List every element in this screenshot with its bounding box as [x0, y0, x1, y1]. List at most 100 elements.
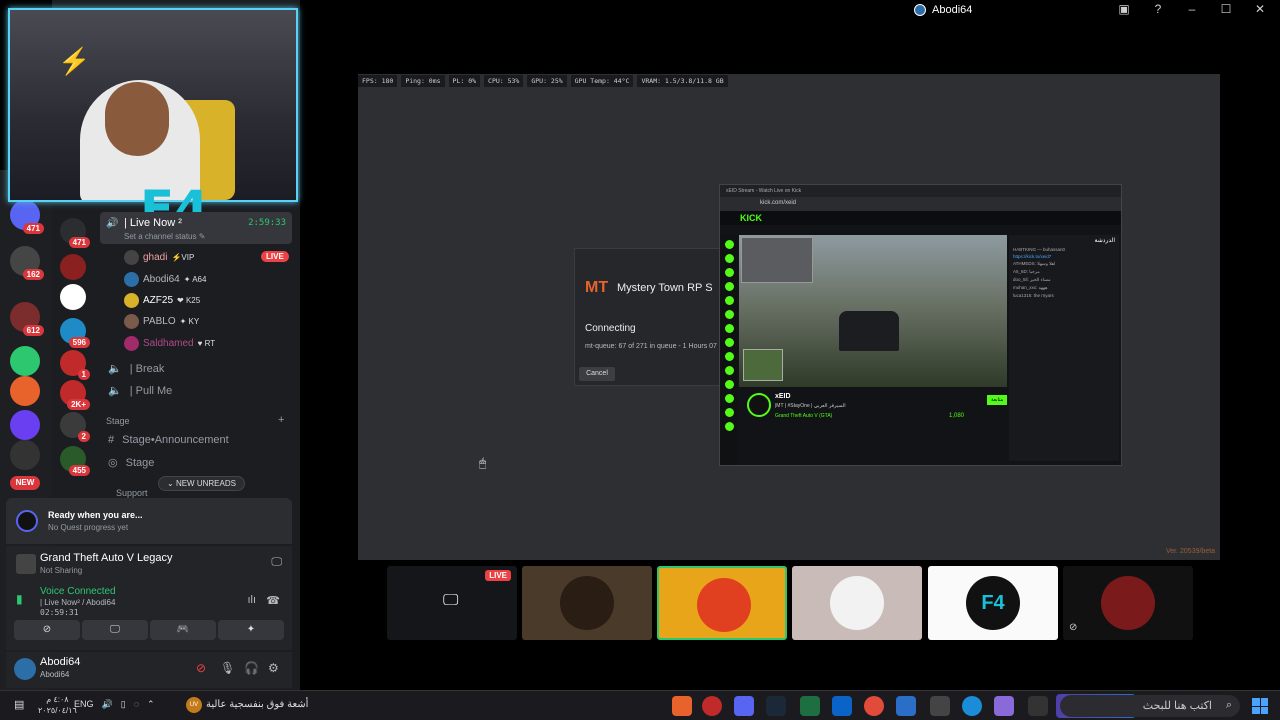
screen-share-button[interactable]: 🖵 — [82, 620, 148, 640]
server-icon[interactable]: 471 — [60, 218, 90, 248]
car — [839, 311, 899, 351]
task-view-icon[interactable] — [1028, 696, 1048, 716]
app-icon[interactable] — [896, 696, 916, 716]
avatar — [124, 335, 139, 351]
browser-window: xEID Stream - Watch Live on Kick kick.co… — [719, 184, 1122, 466]
participant-tile-speaking[interactable] — [657, 566, 787, 640]
voice-member[interactable]: AZF25 ❤ K25 — [124, 291, 200, 309]
clock[interactable]: ٤:٠٨ م ٢٠٢٥/٠٤/١٦ — [38, 694, 77, 716]
edge-icon[interactable] — [962, 696, 982, 716]
steam-icon[interactable] — [766, 696, 786, 716]
camera-off-icon: ⊘ — [1069, 622, 1078, 633]
battery-icon[interactable]: ▯ — [121, 699, 126, 710]
voice-member[interactable]: PABLO ✦ KY — [124, 312, 199, 330]
kick-sidebar — [720, 235, 738, 465]
kick-server-icon[interactable] — [10, 346, 40, 376]
avatar — [830, 576, 884, 630]
notification-icon[interactable]: ▤ — [14, 698, 24, 711]
effects-button[interactable]: ✦ — [218, 620, 284, 640]
voice-member[interactable]: ghadi ⚡VIP — [124, 248, 194, 266]
signal-icon[interactable]: ▮ — [16, 592, 23, 606]
voice-member[interactable]: Saldhamed ♥ RT — [124, 334, 215, 352]
weather-icon[interactable]: UV — [186, 697, 202, 713]
hash-icon: # — [108, 434, 115, 446]
server-icon[interactable]: 596 — [60, 318, 90, 348]
network-icon[interactable]: ◌ — [134, 699, 139, 710]
volume-icon[interactable]: 🔊 — [102, 699, 113, 710]
server-icon[interactable]: 1 — [60, 350, 90, 380]
server-icon[interactable]: 471 — [10, 200, 44, 234]
copilot-icon[interactable] — [994, 696, 1014, 716]
voice-channel-live-now[interactable]: 🔊 | Live Now ² 2:59:33 Set a channel sta… — [100, 212, 292, 244]
stage-icon: ◎ — [108, 457, 118, 469]
server-icon[interactable] — [10, 410, 40, 440]
server-icon[interactable]: 2 — [60, 412, 90, 442]
server-icon[interactable]: 612 — [10, 302, 44, 336]
search-input[interactable]: اكتب هنا للبحث — [1060, 695, 1240, 717]
kick-video-player[interactable] — [739, 235, 1007, 387]
server-icon[interactable] — [60, 284, 86, 310]
participant-tile[interactable]: F4 — [928, 566, 1058, 640]
outlook-icon[interactable] — [832, 696, 852, 716]
window-controls: ▣ ? – ☐ ✕ — [1116, 2, 1268, 16]
microphone-icon[interactable]: 🎙 — [220, 661, 235, 675]
user-avatar-icon — [914, 4, 926, 16]
participant-tile[interactable] — [522, 566, 652, 640]
disconnect-icon[interactable]: ☎ — [266, 594, 280, 607]
avatar[interactable] — [14, 658, 36, 680]
screen-share-icon[interactable]: 🖵 — [271, 556, 282, 569]
windows-start-icon[interactable] — [1252, 698, 1268, 714]
screen-icon: 🖵 — [443, 592, 459, 609]
avatar — [560, 576, 614, 630]
address-bar[interactable]: kick.com/xeid — [720, 197, 1121, 211]
mt-logo: MT — [585, 279, 609, 296]
cursor-icon: 🖱 — [479, 456, 487, 470]
app-icon[interactable] — [672, 696, 692, 716]
excel-icon[interactable] — [800, 696, 820, 716]
app-icon[interactable] — [702, 696, 722, 716]
new-unreads-button[interactable]: ⌄ NEW UNREADS — [158, 476, 245, 491]
popout-icon[interactable]: ▣ — [1116, 2, 1132, 16]
stream-tile[interactable]: LIVE 🖵 — [387, 566, 517, 640]
camera-off-icon[interactable]: ⊘ — [196, 661, 206, 675]
voice-channel-pull-me[interactable]: 🔈 | Pull Me — [108, 384, 172, 398]
gta-icon — [16, 554, 36, 574]
settings-icon[interactable]: ⚙ — [268, 661, 279, 675]
server-icon[interactable] — [60, 254, 86, 280]
browser-tab[interactable]: xEID Stream - Watch Live on Kick — [720, 185, 1121, 197]
channel-stage[interactable]: ◎ Stage — [108, 456, 154, 470]
channel-stage-announcement[interactable]: # Stage•Announcement — [108, 434, 229, 446]
game-connecting-dialog: MT Mystery Town RP S Connecting mt-queue… — [574, 248, 726, 386]
help-icon[interactable]: ? — [1150, 2, 1166, 16]
server-icon[interactable] — [10, 376, 40, 406]
voice-member[interactable]: Abodi64 ✦ A64 — [124, 270, 206, 288]
discord-icon[interactable] — [734, 696, 754, 716]
chrome-icon[interactable] — [864, 696, 884, 716]
chevron-up-icon[interactable]: ⌃ — [147, 699, 155, 710]
server-icon[interactable]: 455 — [60, 446, 90, 476]
webcam-overlay: ⚡ — [8, 8, 298, 202]
participant-tile[interactable]: ⊘ — [1063, 566, 1193, 640]
follow-button[interactable]: متابعة — [987, 395, 1008, 405]
activity-button[interactable]: 🎮 — [150, 620, 216, 640]
server-icon[interactable]: 162 — [10, 246, 44, 280]
streamer-avatar[interactable] — [747, 393, 771, 417]
close-button[interactable]: ✕ — [1252, 2, 1268, 16]
camera-off-button[interactable]: ⊘ — [14, 620, 80, 640]
category-support[interactable]: Support — [116, 488, 148, 498]
server-icon[interactable]: 2K+ — [60, 380, 90, 410]
maximize-button[interactable]: ☐ — [1218, 2, 1234, 16]
add-channel-icon[interactable]: + — [278, 414, 284, 426]
server-icon[interactable] — [10, 440, 40, 470]
app-icon[interactable] — [930, 696, 950, 716]
soundboard-icon[interactable]: ılı — [247, 594, 256, 606]
new-server-badge[interactable]: NEW — [10, 476, 40, 490]
quest-panel[interactable]: Ready when you are... No Quest progress … — [6, 498, 292, 544]
taskbar: ▤ ٤:٠٨ م ٢٠٢٥/٠٤/١٦ ENG 🔊 ▯ ◌ ⌃ UV أشعة … — [0, 690, 1280, 720]
voice-channel-break[interactable]: 🔈 | Break — [108, 362, 164, 376]
participant-tile[interactable] — [792, 566, 922, 640]
minimize-button[interactable]: – — [1184, 2, 1200, 16]
cancel-button[interactable]: Cancel — [579, 367, 615, 381]
category-stage[interactable]: Stage — [106, 416, 130, 426]
headphones-icon[interactable]: 🎧 — [244, 661, 259, 675]
